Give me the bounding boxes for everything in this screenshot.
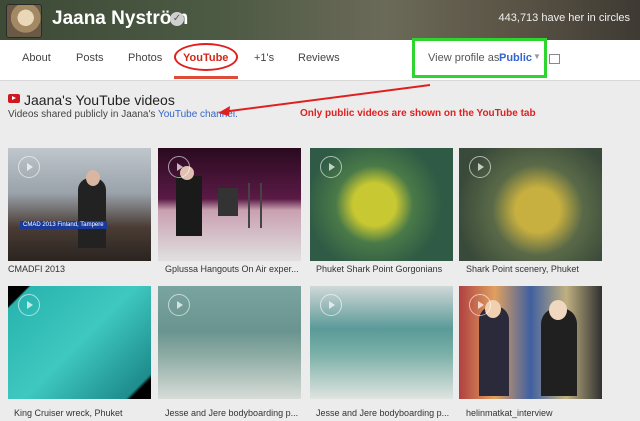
video-title[interactable]: Phuket Shark Point Gorgonians (316, 264, 442, 274)
play-icon (469, 294, 491, 316)
video-title[interactable]: Jesse and Jere bodyboarding p... (316, 408, 449, 418)
video-thumbnail[interactable] (158, 148, 301, 261)
video-thumbnail[interactable] (310, 286, 453, 399)
video-thumbnail[interactable] (310, 148, 453, 261)
video-thumbnail[interactable] (459, 148, 602, 261)
video-thumbnail[interactable]: CMAD 2013 Finland, Tampere (8, 148, 151, 261)
video-title[interactable]: Jesse and Jere bodyboarding p... (165, 408, 298, 418)
video-title[interactable]: Shark Point scenery, Phuket (466, 264, 579, 274)
video-thumbnail[interactable] (158, 286, 301, 399)
play-icon (469, 156, 491, 178)
video-overlay-caption: CMAD 2013 Finland, Tampere (20, 221, 107, 229)
video-title[interactable]: helinmatkat_interview (466, 408, 553, 418)
play-icon (18, 294, 40, 316)
video-title[interactable]: Gplussa Hangouts On Air exper... (165, 264, 299, 274)
video-title[interactable]: King Cruiser wreck, Phuket (14, 408, 123, 418)
play-icon (168, 294, 190, 316)
video-thumbnail[interactable] (459, 286, 602, 399)
play-icon (18, 156, 40, 178)
play-icon (320, 294, 342, 316)
play-icon (320, 156, 342, 178)
video-title[interactable]: CMADFI 2013 (8, 264, 65, 274)
video-thumbnail[interactable] (8, 286, 151, 399)
play-icon (168, 156, 190, 178)
